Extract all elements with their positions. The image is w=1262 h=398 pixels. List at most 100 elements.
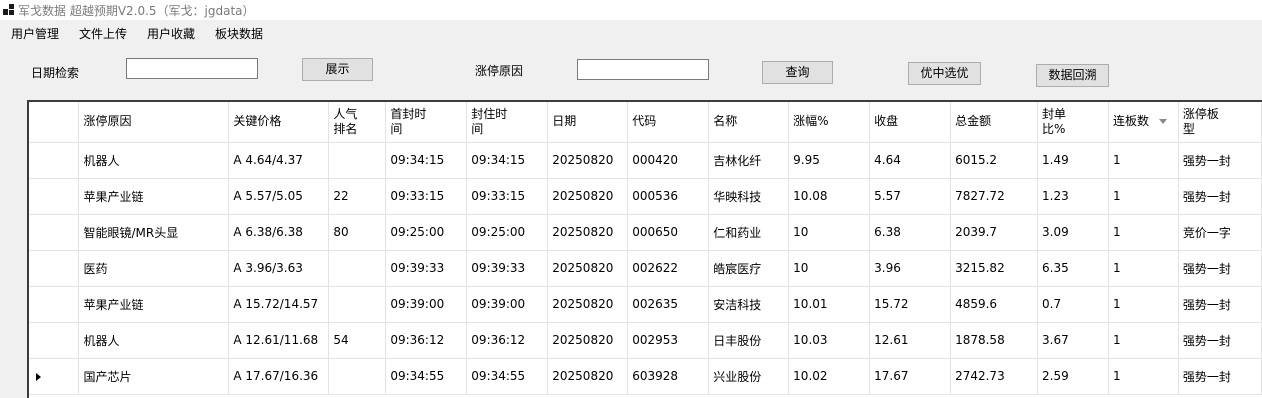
table-cell[interactable]: 09:34:15 [385,142,468,179]
table-cell[interactable]: 15.72 [869,286,952,323]
table-cell[interactable]: 12.61 [869,322,952,359]
table-cell[interactable]: 20250820 [547,142,629,179]
table-row[interactable]: 机器人 A 4.64/4.37 09:34:15 09:34:15 20250820 00… [29,142,1262,179]
menu-user-management[interactable]: 用户管理 [11,25,59,42]
table-cell[interactable]: 1 [1108,178,1179,215]
data-grid[interactable]: 涨停原因 关键价格 人气 排名 首封时间封住时间日期 代码 名称 涨幅% 收盘 总金额 封单 比% 连板… [27,100,1262,398]
table-cell[interactable]: 强势一封 [1178,322,1262,359]
row-header[interactable] [29,178,80,215]
table-cell[interactable]: 20250820 [547,214,629,251]
table-cell[interactable]: 2039.7 [950,214,1039,251]
column-header[interactable]: 封单 比% [1037,102,1109,143]
table-cell[interactable]: 10 [788,250,871,287]
row-header-corner[interactable] [29,102,80,143]
table-cell[interactable]: 09:36:12 [385,322,468,359]
table-cell[interactable]: 5.57 [869,178,952,215]
column-header[interactable]: 连板数 [1108,102,1179,143]
table-cell[interactable]: 09:36:12 [466,322,549,359]
table-cell[interactable]: 09:33:15 [385,178,468,215]
table-cell[interactable] [328,142,387,179]
table-cell[interactable]: 20250820 [547,250,629,287]
table-cell[interactable]: 安洁科技 [708,286,790,323]
table-cell[interactable]: 002635 [627,286,710,323]
column-header[interactable]: 关键价格 [228,102,330,143]
table-cell[interactable]: 09:34:55 [385,358,468,395]
table-cell[interactable]: 3.67 [1037,322,1109,359]
table-cell[interactable]: 强势一封 [1178,178,1262,215]
table-cell[interactable] [328,250,387,287]
table-cell[interactable]: 09:34:15 [466,142,549,179]
table-cell[interactable]: 09:33:15 [466,178,549,215]
column-header[interactable]: 收盘 [869,102,952,143]
table-cell[interactable]: 09:34:55 [466,358,549,395]
table-cell[interactable]: 强势一封 [1178,142,1262,179]
table-cell[interactable]: 苹果产业链 [78,178,230,215]
column-header[interactable]: 涨停板型 [1178,102,1262,143]
table-cell[interactable]: 皓宸医疗 [708,250,790,287]
table-cell[interactable]: 9.95 [788,142,871,179]
table-cell[interactable]: 强势一封 [1178,286,1262,323]
column-header[interactable]: 代码 [627,102,710,143]
row-header[interactable] [29,322,80,359]
table-cell[interactable]: 吉林化纤 [708,142,790,179]
table-cell[interactable]: 医药 [78,250,230,287]
table-cell[interactable]: 20250820 [547,358,629,395]
table-cell[interactable]: 000650 [627,214,710,251]
table-cell[interactable]: 仁和药业 [708,214,790,251]
row-header[interactable] [29,142,80,179]
table-cell[interactable]: 4859.6 [950,286,1039,323]
row-header[interactable] [29,286,80,323]
table-cell[interactable]: 苹果产业链 [78,286,230,323]
table-cell[interactable]: 1 [1108,286,1179,323]
table-cell[interactable]: 机器人 [78,142,230,179]
table-row[interactable]: 医药 A 3.96/3.63 09:39:33 09:39:33 20250820 002… [29,250,1262,287]
table-cell[interactable]: 3.09 [1037,214,1109,251]
table-cell[interactable]: A 17.67/16.36 [228,358,330,395]
table-cell[interactable]: 1 [1108,250,1179,287]
table-cell[interactable]: 6.38 [869,214,952,251]
table-cell[interactable]: A 4.64/4.37 [228,142,330,179]
table-cell[interactable]: 日丰股份 [708,322,790,359]
table-cell[interactable]: 3.96 [869,250,952,287]
query-button[interactable]: 查询 [762,61,833,84]
table-cell[interactable]: 智能眼镜/MR头显 [78,214,230,251]
column-header[interactable]: 人气 排名 [328,102,387,143]
table-cell[interactable]: 09:39:00 [385,286,468,323]
table-cell[interactable]: 1 [1108,322,1179,359]
table-cell[interactable]: 10.02 [788,358,871,395]
table-cell[interactable]: 1 [1108,142,1179,179]
table-cell[interactable]: 机器人 [78,322,230,359]
table-cell[interactable]: 强势一封 [1178,358,1262,395]
table-cell[interactable]: 10.01 [788,286,871,323]
table-cell[interactable]: A 15.72/14.57 [228,286,330,323]
table-cell[interactable]: 09:25:00 [385,214,468,251]
table-row[interactable]: 智能眼镜/MR头显 A 6.38/6.38 80 09:25:00 09:25:00 20… [29,214,1262,251]
show-button[interactable]: 展示 [302,58,373,81]
select-best-button[interactable]: 优中选优 [908,62,981,85]
table-cell[interactable]: 0.7 [1037,286,1109,323]
table-row[interactable]: 机器人 A 12.61/11.68 54 09:36:12 09:36:12 202508… [29,322,1262,359]
table-cell[interactable] [328,358,387,395]
table-cell[interactable]: 10.03 [788,322,871,359]
table-cell[interactable]: 强势一封 [1178,250,1262,287]
table-row[interactable]: 苹果产业链 A 15.72/14.57 09:39:00 09:39:00 202508… [29,286,1262,323]
table-cell[interactable]: A 6.38/6.38 [228,214,330,251]
table-cell[interactable]: 000420 [627,142,710,179]
table-cell[interactable]: 兴业股份 [708,358,790,395]
table-cell[interactable]: 4.64 [869,142,952,179]
table-cell[interactable]: A 5.57/5.05 [228,178,330,215]
table-cell[interactable]: A 12.61/11.68 [228,322,330,359]
table-cell[interactable]: 1878.58 [950,322,1039,359]
column-header[interactable]: 日期 [547,102,629,143]
table-cell[interactable] [328,286,387,323]
column-header[interactable]: 首封时间 [385,102,468,143]
table-cell[interactable]: 09:25:00 [466,214,549,251]
table-cell[interactable]: 603928 [627,358,710,395]
table-cell[interactable]: 20250820 [547,286,629,323]
table-cell[interactable]: 17.67 [869,358,952,395]
table-cell[interactable]: 20250820 [547,178,629,215]
data-backtest-button[interactable]: 数据回溯 [1036,64,1109,87]
table-cell[interactable]: 华映科技 [708,178,790,215]
table-cell[interactable]: 09:39:33 [466,250,549,287]
table-cell[interactable]: 20250820 [547,322,629,359]
